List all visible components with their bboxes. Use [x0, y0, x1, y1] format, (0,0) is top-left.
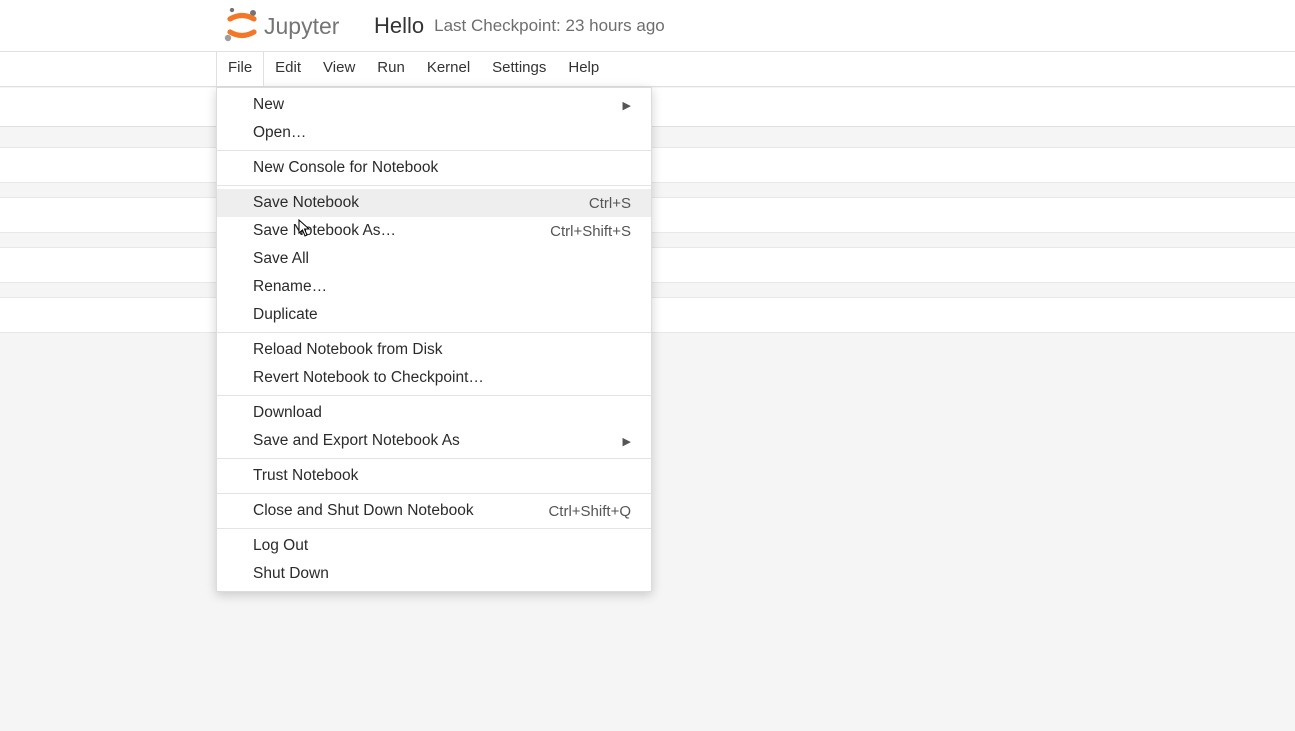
menu-item-label: Shut Down — [253, 565, 329, 583]
menu-item-label: New — [253, 96, 284, 114]
menu-item-save-notebook-as[interactable]: Save Notebook As… Ctrl+Shift+S — [217, 217, 651, 245]
menu-item-revert[interactable]: Revert Notebook to Checkpoint… — [217, 364, 651, 392]
menu-item-shortcut: Ctrl+Shift+S — [550, 223, 631, 240]
jupyter-logo-icon: Jupyter — [224, 8, 356, 44]
menu-item-download[interactable]: Download — [217, 399, 651, 427]
menu-item-label: Log Out — [253, 537, 308, 555]
menu-item-trust[interactable]: Trust Notebook — [217, 462, 651, 490]
menu-item-shortcut: Ctrl+S — [589, 195, 631, 212]
svg-text:Jupyter: Jupyter — [264, 13, 340, 39]
header-bar: Jupyter Hello Last Checkpoint: 23 hours … — [0, 0, 1295, 52]
menu-item-label: Rename… — [253, 278, 327, 296]
menu-edit[interactable]: Edit — [264, 52, 312, 86]
menu-item-new[interactable]: New ▶ — [217, 91, 651, 119]
menu-separator — [217, 458, 651, 459]
menu-item-label: Save and Export Notebook As — [253, 432, 460, 450]
menu-item-logout[interactable]: Log Out — [217, 532, 651, 560]
menu-item-label: Download — [253, 404, 322, 422]
menu-separator — [217, 528, 651, 529]
menu-item-rename[interactable]: Rename… — [217, 273, 651, 301]
menu-item-save-all[interactable]: Save All — [217, 245, 651, 273]
menu-item-label: Save Notebook — [253, 194, 359, 212]
menu-item-label: New Console for Notebook — [253, 159, 438, 177]
menu-item-label: Save All — [253, 250, 309, 268]
menu-help[interactable]: Help — [557, 52, 610, 86]
checkpoint-text: Last Checkpoint: 23 hours ago — [434, 16, 665, 36]
menu-kernel[interactable]: Kernel — [416, 52, 481, 86]
jupyter-logo[interactable]: Jupyter — [224, 8, 356, 44]
menu-bar: File Edit View Run Kernel Settings Help — [0, 52, 1295, 87]
menu-item-label: Reload Notebook from Disk — [253, 341, 443, 359]
menu-item-export[interactable]: Save and Export Notebook As ▶ — [217, 427, 651, 455]
menu-item-label: Revert Notebook to Checkpoint… — [253, 369, 484, 387]
menu-separator — [217, 332, 651, 333]
menu-item-close-shutdown[interactable]: Close and Shut Down Notebook Ctrl+Shift+… — [217, 497, 651, 525]
menu-separator — [217, 185, 651, 186]
content-area: New ▶ Open… New Console for Notebook Sav… — [0, 87, 1295, 731]
menu-item-label: Trust Notebook — [253, 467, 358, 485]
menu-item-open[interactable]: Open… — [217, 119, 651, 147]
menu-item-label: Duplicate — [253, 306, 318, 324]
menu-separator — [217, 150, 651, 151]
menu-item-new-console[interactable]: New Console for Notebook — [217, 154, 651, 182]
notebook-title[interactable]: Hello — [374, 13, 424, 39]
menu-item-label: Close and Shut Down Notebook — [253, 502, 474, 520]
menu-item-label: Open… — [253, 124, 306, 142]
menu-item-reload[interactable]: Reload Notebook from Disk — [217, 336, 651, 364]
menu-settings[interactable]: Settings — [481, 52, 557, 86]
file-dropdown: New ▶ Open… New Console for Notebook Sav… — [216, 87, 652, 592]
menu-view[interactable]: View — [312, 52, 366, 86]
menu-file[interactable]: File — [216, 52, 264, 86]
menu-separator — [217, 493, 651, 494]
menu-item-duplicate[interactable]: Duplicate — [217, 301, 651, 329]
menu-separator — [217, 395, 651, 396]
menu-run[interactable]: Run — [366, 52, 416, 86]
chevron-right-icon: ▶ — [623, 435, 631, 448]
menu-item-save-notebook[interactable]: Save Notebook Ctrl+S — [217, 189, 651, 217]
menu-item-label: Save Notebook As… — [253, 222, 396, 240]
chevron-right-icon: ▶ — [623, 99, 631, 112]
menu-item-shutdown[interactable]: Shut Down — [217, 560, 651, 588]
menu-item-shortcut: Ctrl+Shift+Q — [548, 503, 631, 520]
